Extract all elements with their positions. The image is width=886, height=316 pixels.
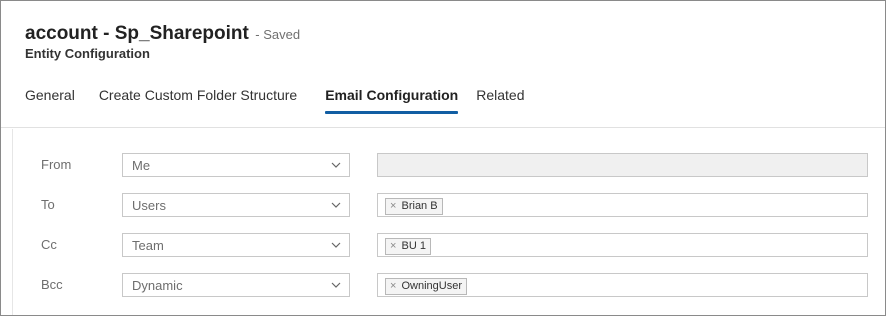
tab-general[interactable]: General [25, 87, 75, 115]
bcc-label: Bcc [41, 277, 63, 292]
cc-value-field[interactable]: × BU 1 [377, 233, 868, 257]
bcc-type-select[interactable]: Dynamic [122, 273, 350, 297]
recipient-tag: × Brian B [385, 198, 443, 215]
title-row: account - Sp_Sharepoint - Saved [25, 23, 300, 45]
to-row: To Users × Brian B [13, 193, 886, 217]
to-type-select[interactable]: Users [122, 193, 350, 217]
chevron-down-icon [331, 282, 341, 288]
tab-related[interactable]: Related [476, 87, 524, 115]
chevron-down-icon [331, 202, 341, 208]
page-subtitle: Entity Configuration [25, 46, 150, 61]
window-frame: account - Sp_Sharepoint - Saved Entity C… [0, 0, 886, 316]
bcc-row: Bcc Dynamic × OwningUser [13, 273, 886, 297]
bcc-type-value: Dynamic [132, 278, 183, 293]
tab-email-configuration[interactable]: Email Configuration [325, 87, 459, 115]
save-status: - Saved [255, 27, 301, 42]
recipient-tag-label: Brian B [401, 200, 438, 212]
chevron-down-icon [331, 162, 341, 168]
cc-row: Cc Team × BU 1 [13, 233, 886, 257]
page-title: account - Sp_Sharepoint [25, 23, 249, 44]
header-divider [1, 127, 885, 128]
remove-tag-icon[interactable]: × [390, 200, 396, 212]
bcc-value-field[interactable]: × OwningUser [377, 273, 868, 297]
remove-tag-icon[interactable]: × [390, 240, 396, 252]
to-label: To [41, 197, 55, 212]
form-panel: From Me To Users × Brian B Cc Team × BU … [12, 129, 885, 315]
page-header: account - Sp_Sharepoint - Saved Entity C… [1, 1, 885, 127]
from-row: From Me [13, 153, 886, 177]
from-type-select[interactable]: Me [122, 153, 350, 177]
from-value-field [377, 153, 868, 177]
recipient-tag: × OwningUser [385, 278, 468, 295]
recipient-tag-label: OwningUser [401, 280, 463, 292]
form-content: From Me To Users × Brian B Cc Team × BU … [12, 129, 885, 315]
recipient-tag: × BU 1 [385, 238, 431, 255]
to-value-field[interactable]: × Brian B [377, 193, 868, 217]
recipient-tag-label: BU 1 [401, 240, 426, 252]
cc-type-value: Team [132, 238, 164, 253]
cc-label: Cc [41, 237, 57, 252]
to-type-value: Users [132, 198, 166, 213]
tab-bar: General Create Custom Folder Structure E… [25, 87, 548, 115]
tab-create-custom-folder-structure[interactable]: Create Custom Folder Structure [99, 87, 297, 115]
from-type-value: Me [132, 158, 151, 173]
cc-type-select[interactable]: Team [122, 233, 350, 257]
remove-tag-icon[interactable]: × [390, 280, 396, 292]
from-label: From [41, 157, 72, 172]
chevron-down-icon [331, 242, 341, 248]
